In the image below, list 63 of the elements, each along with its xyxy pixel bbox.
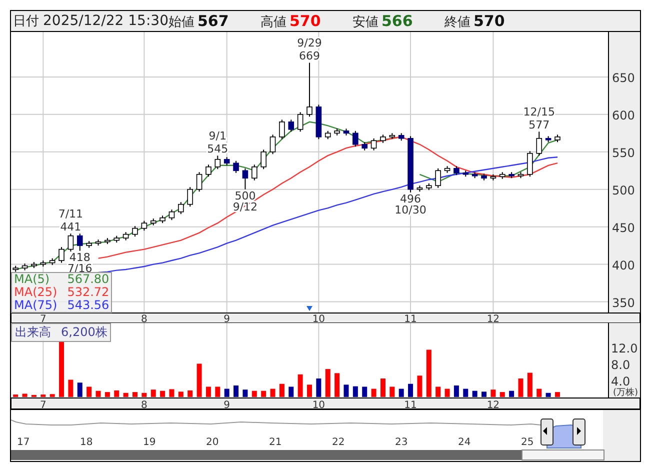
axis-tick-label: 12.0 [611, 342, 638, 356]
quote-label: 始値 [168, 14, 194, 30]
volume-reading: 6,200株 [61, 324, 108, 341]
year-label: 18 [80, 437, 93, 448]
price-annotation: 418 [69, 250, 90, 264]
year-label: 21 [269, 437, 282, 448]
month-label: 11 [404, 400, 417, 409]
legend-value: 543.56 [67, 299, 110, 312]
date-annotation: 10/30 [394, 203, 426, 216]
price-annotation: 545 [207, 142, 228, 156]
price-annotation: 441 [60, 220, 82, 234]
date-time: 2025/12/22 15:30 [43, 13, 168, 29]
month-label: 7 [40, 400, 46, 409]
month-label: 10 [312, 314, 326, 323]
price-annotation: 496 [400, 192, 422, 206]
year-label: 17 [17, 437, 30, 448]
date-annotation: 7/11 [58, 208, 84, 221]
axis-tick-label: 650 [612, 70, 635, 85]
legend-value: 532.72 [67, 286, 110, 299]
quote-value: 570 [290, 12, 321, 30]
quote-label: 安値 [352, 14, 378, 30]
axis-tick-label: 550 [612, 146, 635, 160]
month-label: 9 [224, 400, 230, 409]
date-annotation: 12/15 [523, 106, 555, 119]
legend-label: MA(25) [14, 286, 58, 299]
axis-tick-label: 4.0 [611, 374, 630, 389]
legend-value: 567.80 [67, 273, 110, 286]
month-label: 12 [486, 400, 500, 409]
axis-tick-label: 350 [612, 296, 635, 310]
date-label: 日付 [13, 13, 39, 30]
date-annotation: 7/16 [68, 262, 92, 275]
month-label: 9 [224, 314, 230, 323]
month-label: 8 [141, 400, 148, 409]
month-label: 10 [312, 400, 326, 409]
quote-value: 570 [474, 12, 505, 30]
axis-tick-label: 600 [612, 108, 635, 122]
price-annotation: 669 [299, 50, 320, 63]
legend-label: MA(75) [14, 299, 58, 312]
quote-value: 567 [198, 12, 229, 30]
legend-label: MA(5) [14, 273, 50, 286]
month-label: 12 [486, 314, 500, 323]
year-label: 25 [521, 437, 534, 448]
year-label: 22 [332, 437, 345, 448]
axis-tick-label: 400 [612, 258, 635, 272]
axis-tick-label: 450 [612, 220, 635, 235]
axis-tick-label: 8.0 [611, 358, 630, 372]
price-annotation: 500 [234, 189, 256, 202]
month-label: 8 [141, 314, 148, 323]
price-annotation: 577 [528, 118, 550, 132]
date-annotation: 9/29 [297, 36, 322, 50]
year-label: 24 [458, 437, 471, 448]
unit-label: (万株) [612, 388, 638, 398]
volume-title: 出来高 [15, 324, 51, 341]
quote-value: 566 [382, 12, 413, 30]
quote-label: 高値 [260, 14, 286, 30]
month-label: 7 [40, 314, 46, 323]
month-label: 11 [404, 314, 417, 323]
quote-label: 終値 [444, 14, 470, 30]
year-label: 23 [395, 437, 408, 448]
year-label: 19 [143, 437, 156, 448]
year-label: 20 [206, 437, 219, 448]
date-annotation: 9/1 [208, 130, 226, 143]
axis-tick-label: 500 [612, 183, 635, 198]
